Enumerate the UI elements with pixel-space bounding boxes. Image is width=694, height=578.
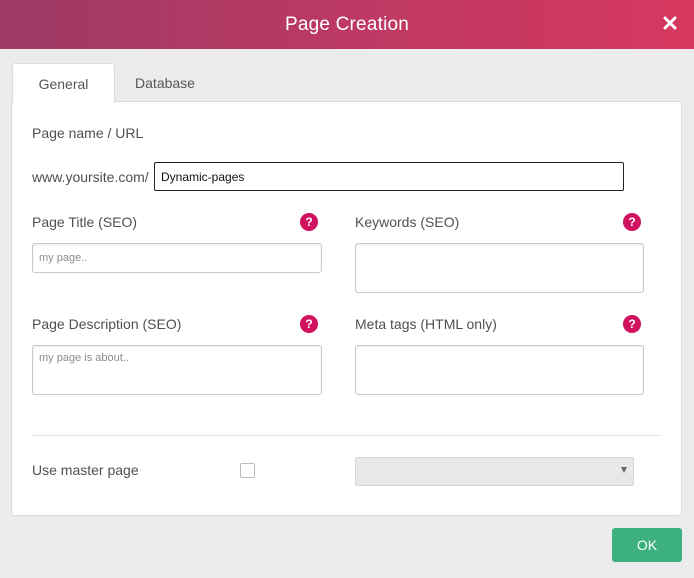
- master-page-checkbox[interactable]: [240, 463, 255, 478]
- dialog-header: Page Creation: [0, 0, 694, 49]
- page-title-input[interactable]: [32, 243, 322, 273]
- master-page-select[interactable]: [355, 457, 634, 486]
- page-title-label: Page Title (SEO): [32, 214, 138, 230]
- page-description-label: Page Description (SEO): [32, 316, 182, 332]
- tab-bar: General Database: [12, 63, 215, 103]
- dialog-title: Page Creation: [284, 13, 410, 35]
- url-prefix: www.yoursite.com/: [32, 169, 149, 185]
- close-button[interactable]: [658, 11, 682, 35]
- ok-button[interactable]: OK: [612, 528, 682, 562]
- tab-database-label: Database: [135, 74, 195, 91]
- page-name-label: Page name / URL: [32, 125, 144, 141]
- keywords-textarea[interactable]: [355, 243, 644, 293]
- page-description-help-icon[interactable]: ?: [300, 315, 318, 333]
- keywords-help-icon[interactable]: ?: [623, 213, 641, 231]
- meta-tags-help-icon[interactable]: ?: [623, 315, 641, 333]
- page-title-help-icon[interactable]: ?: [300, 213, 318, 231]
- master-page-label: Use master page: [32, 462, 139, 478]
- keywords-label: Keywords (SEO): [355, 214, 460, 230]
- meta-tags-label: Meta tags (HTML only): [355, 316, 497, 332]
- page-description-textarea[interactable]: [32, 345, 322, 395]
- divider: [32, 435, 661, 436]
- tab-general[interactable]: General: [12, 63, 115, 103]
- chevron-down-icon: [621, 467, 627, 473]
- tab-general-label: General: [38, 75, 89, 92]
- meta-tags-textarea[interactable]: [355, 345, 644, 395]
- ok-button-label: OK: [636, 537, 658, 553]
- page-url-input[interactable]: [154, 162, 624, 191]
- general-panel: Page name / URL www.yoursite.com/ Page T…: [11, 101, 682, 516]
- tab-database[interactable]: Database: [115, 63, 215, 102]
- close-icon: [663, 16, 677, 30]
